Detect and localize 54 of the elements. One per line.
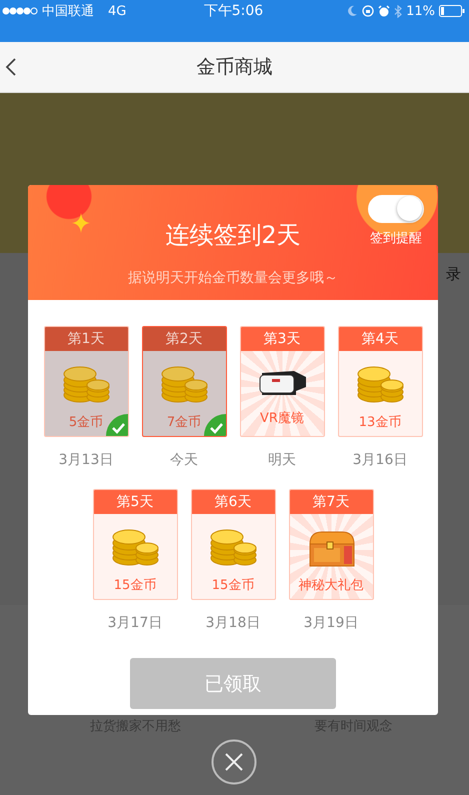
day-label: 第4天 [338, 327, 422, 351]
reward-text: 13金币 [358, 414, 402, 431]
reward-text: 15金币 [212, 577, 254, 594]
reward-card[interactable]: 第5天 15金币 [92, 489, 178, 600]
page-title: 金币商城 [196, 55, 272, 80]
day-date: 3月19日 [304, 614, 358, 632]
back-icon[interactable] [5, 57, 17, 77]
alarm-icon [378, 5, 390, 17]
lock-rotation-icon [362, 5, 374, 17]
reward-card[interactable]: 第4天 13金币 [338, 326, 422, 437]
battery-icon [438, 5, 465, 17]
moon-icon [346, 5, 358, 17]
battery-percent: 11% [406, 4, 435, 18]
clock-time: 下午5:06 [204, 2, 264, 20]
reward-card[interactable]: 第7天 神秘大礼包 [288, 489, 374, 600]
day-date: 3月18日 [206, 614, 260, 632]
day-date: 3月13日 [58, 451, 114, 469]
day-date: 明天 [268, 451, 296, 469]
day-label: 第3天 [240, 327, 324, 351]
coins-icon [208, 528, 258, 568]
dialog-subtitle: 据说明天开始金币数量会更多哦～ [128, 269, 338, 287]
reward-text: VR魔镜 [260, 410, 304, 427]
carrier-name: 中国联通 [42, 3, 94, 20]
reward-text: 7金币 [166, 414, 202, 431]
sparkle-icon [72, 213, 90, 233]
reward-card[interactable]: 第2天 7金币 [142, 326, 226, 437]
network-type: 4G [108, 4, 126, 18]
day-label: 第6天 [192, 490, 274, 514]
dialog-title: 连续签到2天 [165, 220, 301, 251]
check-icon [106, 414, 128, 436]
close-icon[interactable] [211, 739, 257, 785]
reward-card[interactable]: 第6天 15金币 [190, 489, 276, 600]
day-date: 3月16日 [352, 451, 408, 469]
bluetooth-icon [394, 4, 402, 18]
reward-text: 神秘大礼包 [298, 577, 364, 594]
reward-card[interactable]: 第1天 5金币 [44, 326, 128, 437]
reminder-toggle[interactable] [368, 195, 424, 223]
check-icon [204, 414, 226, 436]
coins-icon [61, 365, 111, 405]
section-text: 录 [446, 265, 461, 284]
reward-text: 15金币 [114, 577, 156, 594]
coins-icon [355, 365, 405, 405]
day-date: 今天 [170, 451, 198, 469]
reward-text: 5金币 [68, 414, 104, 431]
day-label: 第5天 [94, 490, 176, 514]
coins-icon [159, 365, 209, 405]
day-label: 第7天 [290, 490, 372, 514]
coins-icon [110, 528, 160, 568]
day-date: 3月17日 [108, 614, 162, 632]
signal-icon [2, 7, 38, 15]
reward-card[interactable]: 第3天 VR魔镜 [240, 326, 324, 437]
reminder-label: 签到提醒 [370, 230, 422, 247]
day-label: 第1天 [44, 327, 128, 351]
day-label: 第2天 [142, 327, 226, 351]
